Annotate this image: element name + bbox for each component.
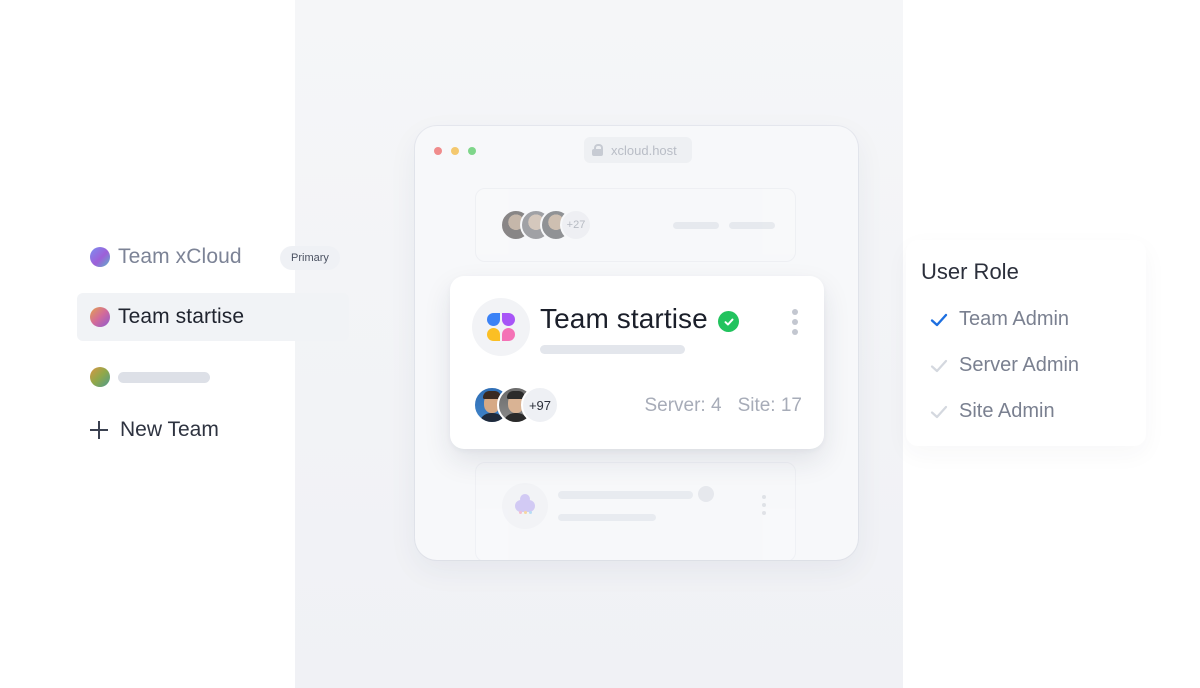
more-members-count[interactable]: +97 <box>521 386 559 424</box>
url-text: xcloud.host <box>611 142 677 158</box>
placeholder-bar <box>673 222 719 229</box>
placeholder-bar <box>558 514 656 521</box>
verified-icon <box>698 486 714 502</box>
minimize-window-dot[interactable] <box>451 147 459 155</box>
browser-toolbar: xcloud.host <box>415 126 858 174</box>
role-label: Team Admin <box>959 308 1070 330</box>
cloud-logo-icon <box>502 483 548 529</box>
check-icon <box>930 405 948 418</box>
role-option-site-admin[interactable]: Site Admin <box>930 400 1055 423</box>
plus-icon <box>90 421 108 439</box>
user-role-panel: User Role Team Admin Server Admin Site A… <box>906 240 1146 446</box>
team-logo <box>472 298 530 356</box>
lock-icon <box>592 144 603 156</box>
team-item-label: Team xCloud <box>118 245 242 268</box>
role-label: Server Admin <box>959 354 1080 376</box>
team-avatar-dot <box>90 367 110 387</box>
team-item-xcloud[interactable]: Team xCloud Primary <box>77 233 349 281</box>
address-bar[interactable]: xcloud.host <box>584 137 692 163</box>
check-icon <box>930 313 948 326</box>
site-count: Site: 17 <box>737 395 802 416</box>
startise-logo-icon <box>487 313 515 341</box>
primary-badge: Primary <box>280 246 340 270</box>
more-members-count: +27 <box>560 209 592 241</box>
role-option-team-admin[interactable]: Team Admin <box>930 308 1069 331</box>
team-avatar-dot <box>90 307 110 327</box>
new-team-label: New Team <box>120 418 219 441</box>
team-card[interactable]: Team startise +97 Server: 4 Site: 17 <box>450 276 824 449</box>
team-card-faded-bottom <box>475 462 796 560</box>
more-options-icon[interactable] <box>791 309 799 337</box>
close-window-dot[interactable] <box>434 147 442 155</box>
placeholder-bar <box>729 222 775 229</box>
user-role-title: User Role <box>921 259 1019 284</box>
team-avatar-dot <box>90 247 110 267</box>
team-name-placeholder <box>118 371 210 383</box>
maximize-window-dot[interactable] <box>468 147 476 155</box>
new-team-button[interactable]: New Team <box>90 418 219 442</box>
team-card-faded-top: +27 <box>475 188 796 262</box>
role-option-server-admin[interactable]: Server Admin <box>930 354 1079 377</box>
team-item-label: Team startise <box>118 305 245 328</box>
more-options-icon <box>762 495 766 519</box>
team-stats: Server: 4 Site: 17 <box>644 395 802 417</box>
server-count: Server: 4 <box>644 395 722 416</box>
team-item-startise[interactable]: Team startise <box>77 293 349 341</box>
team-item-placeholder[interactable] <box>77 353 349 401</box>
verified-check-icon <box>718 311 739 332</box>
team-card-subtitle-placeholder <box>540 345 685 354</box>
placeholder-bar <box>558 491 693 499</box>
role-label: Site Admin <box>959 400 1055 422</box>
team-card-title: Team startise <box>540 303 708 334</box>
check-icon <box>930 359 948 372</box>
